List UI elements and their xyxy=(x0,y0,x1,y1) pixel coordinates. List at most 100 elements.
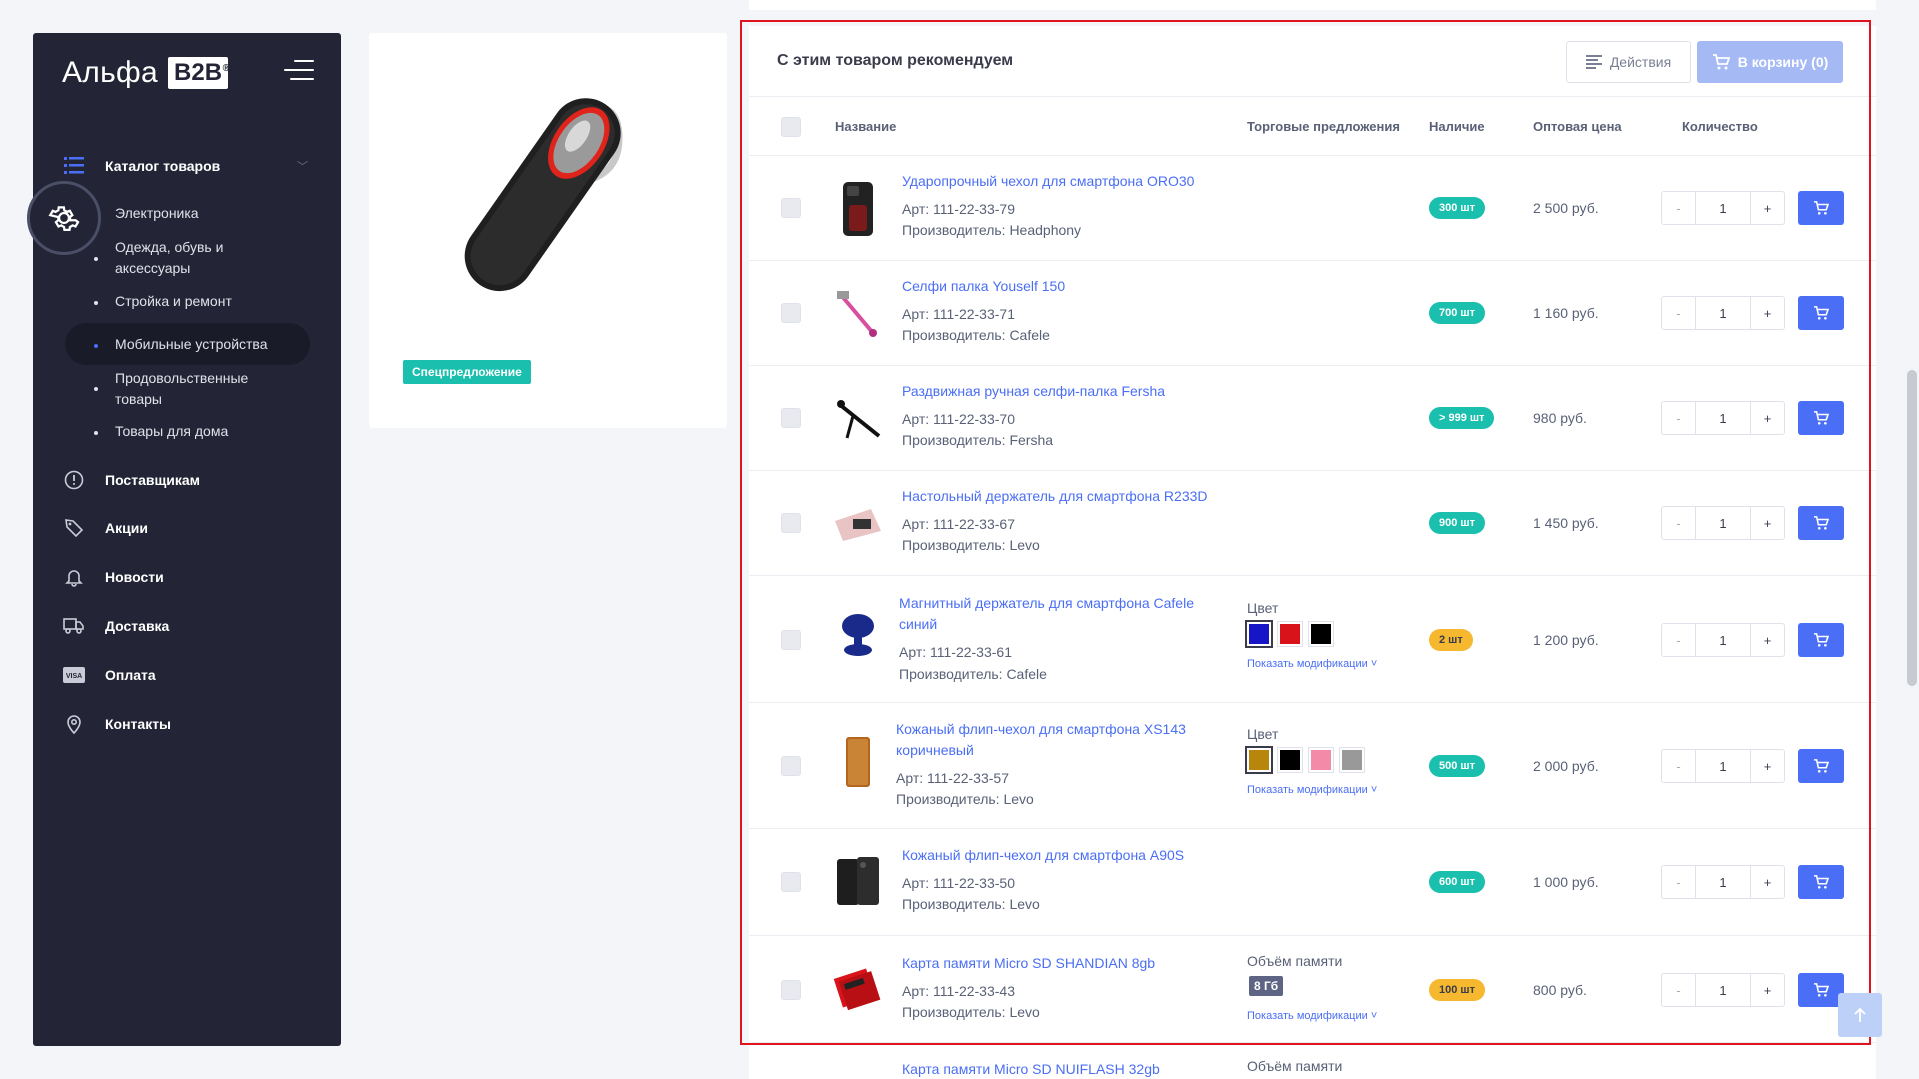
product-thumbnail[interactable] xyxy=(831,851,885,913)
qty-input[interactable]: 1 xyxy=(1696,507,1750,539)
chevron-down-icon[interactable]: ﹀ xyxy=(297,158,308,174)
product-name-link[interactable]: Кожаный флип-чехол для смартфона XS143 xyxy=(896,719,1186,740)
qty-input[interactable]: 1 xyxy=(1696,402,1750,434)
product-name-link[interactable]: Карта памяти Micro SD SHANDIAN 8gb xyxy=(902,953,1155,974)
product-name-link[interactable]: коричневый xyxy=(896,740,974,761)
product-name-link[interactable]: Магнитный держатель для смартфона Cafele xyxy=(899,593,1194,614)
show-modifications-link[interactable]: Показать модификации ˅ xyxy=(1247,1010,1377,1022)
product-thumbnail[interactable] xyxy=(831,604,885,666)
headset-product-image[interactable] xyxy=(444,78,654,318)
qty-minus-button[interactable]: - xyxy=(1662,974,1696,1006)
add-to-cart-all-button[interactable]: В корзину (0) xyxy=(1697,41,1843,83)
product-thumbnail[interactable] xyxy=(831,178,885,240)
product-name-link[interactable]: синий xyxy=(899,614,937,635)
add-to-cart-button[interactable] xyxy=(1798,296,1844,330)
qty-input[interactable]: 1 xyxy=(1696,624,1750,656)
actions-button[interactable]: Действия xyxy=(1566,41,1691,83)
qty-minus-button[interactable]: - xyxy=(1662,402,1696,434)
sidebar-subitem[interactable]: Одежда, обувь и аксессуары xyxy=(115,237,265,279)
show-modifications-link[interactable]: Показать модификации ˅ xyxy=(1247,784,1377,796)
show-modifications-link[interactable]: Показать модификации ˅ xyxy=(1247,658,1377,670)
qty-minus-button[interactable]: - xyxy=(1662,866,1696,898)
add-to-cart-button[interactable] xyxy=(1798,623,1844,657)
color-swatch-gray[interactable] xyxy=(1339,747,1365,773)
row-checkbox[interactable] xyxy=(781,408,801,428)
sidebar-item-promo[interactable]: Акции xyxy=(33,513,341,543)
column-header-stock[interactable]: Наличие xyxy=(1429,119,1485,134)
product-name-link[interactable]: Настольный держатель для смартфона R233D xyxy=(902,486,1208,507)
memory-option[interactable]: 8 Гб xyxy=(1249,976,1284,996)
sidebar-subitem[interactable]: Продовольственные товары xyxy=(115,368,275,410)
qty-plus-button[interactable]: + xyxy=(1750,402,1784,434)
qty-input[interactable]: 1 xyxy=(1696,192,1750,224)
column-header-qty[interactable]: Количество xyxy=(1682,119,1758,134)
sidebar-subitem[interactable]: Товары для дома xyxy=(115,421,228,442)
settings-gear-icon[interactable] xyxy=(27,181,101,255)
column-header-offers[interactable]: Торговые предложения xyxy=(1247,119,1400,134)
sidebar-subitem[interactable]: Электроника xyxy=(115,203,199,224)
select-all-checkbox[interactable] xyxy=(781,117,801,137)
product-thumbnail[interactable] xyxy=(831,388,885,450)
product-thumbnail[interactable] xyxy=(831,493,885,555)
qty-plus-button[interactable]: + xyxy=(1750,192,1784,224)
qty-plus-button[interactable]: + xyxy=(1750,974,1784,1006)
color-swatch-pink[interactable] xyxy=(1308,747,1334,773)
row-checkbox[interactable] xyxy=(781,513,801,533)
row-checkbox[interactable] xyxy=(781,303,801,323)
product-name-link[interactable]: Раздвижная ручная селфи-палка Fersha xyxy=(902,381,1165,402)
sidebar-item-payment[interactable]: VISA Оплата xyxy=(33,660,341,690)
qty-plus-button[interactable]: + xyxy=(1750,297,1784,329)
qty-minus-button[interactable]: - xyxy=(1662,297,1696,329)
product-name-link[interactable]: Селфи палка Youself 150 xyxy=(902,276,1065,297)
row-checkbox[interactable] xyxy=(781,756,801,776)
row-checkbox[interactable] xyxy=(781,980,801,1000)
color-swatch-black[interactable] xyxy=(1277,747,1303,773)
cart-icon xyxy=(1814,201,1829,215)
scrollbar-thumb[interactable] xyxy=(1907,370,1917,686)
qty-input[interactable]: 1 xyxy=(1696,866,1750,898)
page-scrollbar[interactable] xyxy=(1905,0,1919,1079)
row-checkbox[interactable] xyxy=(781,630,801,650)
sidebar-item-catalog[interactable]: Каталог товаров ﹀ xyxy=(33,151,341,181)
row-checkbox[interactable] xyxy=(781,872,801,892)
add-to-cart-button[interactable] xyxy=(1798,865,1844,899)
row-checkbox[interactable] xyxy=(781,198,801,218)
qty-plus-button[interactable]: + xyxy=(1750,866,1784,898)
sidebar-subitem[interactable]: Стройка и ремонт xyxy=(115,291,232,312)
sidebar-item-news[interactable]: Новости xyxy=(33,562,341,592)
add-to-cart-button[interactable] xyxy=(1798,506,1844,540)
add-to-cart-button[interactable] xyxy=(1798,401,1844,435)
sidebar-item-suppliers[interactable]: Поставщикам xyxy=(33,465,341,495)
qty-plus-button[interactable]: + xyxy=(1750,507,1784,539)
product-thumbnail[interactable] xyxy=(831,731,885,793)
qty-minus-button[interactable]: - xyxy=(1662,507,1696,539)
scroll-to-top-button[interactable] xyxy=(1838,993,1882,1037)
product-name-link[interactable]: Кожаный флип-чехол для смартфона A90S xyxy=(902,845,1184,866)
qty-plus-button[interactable]: + xyxy=(1750,750,1784,782)
qty-minus-button[interactable]: - xyxy=(1662,192,1696,224)
qty-plus-button[interactable]: + xyxy=(1750,624,1784,656)
product-name-link[interactable]: Ударопрочный чехол для смартфона ORO30 xyxy=(902,171,1194,192)
qty-input[interactable]: 1 xyxy=(1696,297,1750,329)
qty-minus-button[interactable]: - xyxy=(1662,624,1696,656)
logo[interactable]: Альфа B2B ® xyxy=(62,53,230,93)
product-sku: Арт: 111-22-33-50 xyxy=(902,875,1015,891)
qty-minus-button[interactable]: - xyxy=(1662,750,1696,782)
product-thumbnail[interactable] xyxy=(831,283,885,345)
color-swatch-black[interactable] xyxy=(1308,621,1334,647)
sidebar-subitem-active[interactable]: Мобильные устройства xyxy=(115,334,268,355)
menu-toggle-icon[interactable] xyxy=(284,60,314,82)
qty-input[interactable]: 1 xyxy=(1696,974,1750,1006)
column-header-price[interactable]: Оптовая цена xyxy=(1533,119,1622,134)
color-swatch-blue[interactable] xyxy=(1245,620,1273,648)
qty-input[interactable]: 1 xyxy=(1696,750,1750,782)
column-header-name[interactable]: Название xyxy=(835,119,896,134)
add-to-cart-button[interactable] xyxy=(1798,191,1844,225)
product-thumbnail[interactable] xyxy=(831,958,885,1020)
product-name-link[interactable]: Карта памяти Micro SD NUIFLASH 32gb xyxy=(902,1059,1160,1079)
sidebar-item-delivery[interactable]: Доставка xyxy=(33,611,341,641)
sidebar-item-contacts[interactable]: Контакты xyxy=(33,709,341,739)
color-swatch-red[interactable] xyxy=(1277,621,1303,647)
color-swatch-brown[interactable] xyxy=(1245,746,1273,774)
add-to-cart-button[interactable] xyxy=(1798,749,1844,783)
